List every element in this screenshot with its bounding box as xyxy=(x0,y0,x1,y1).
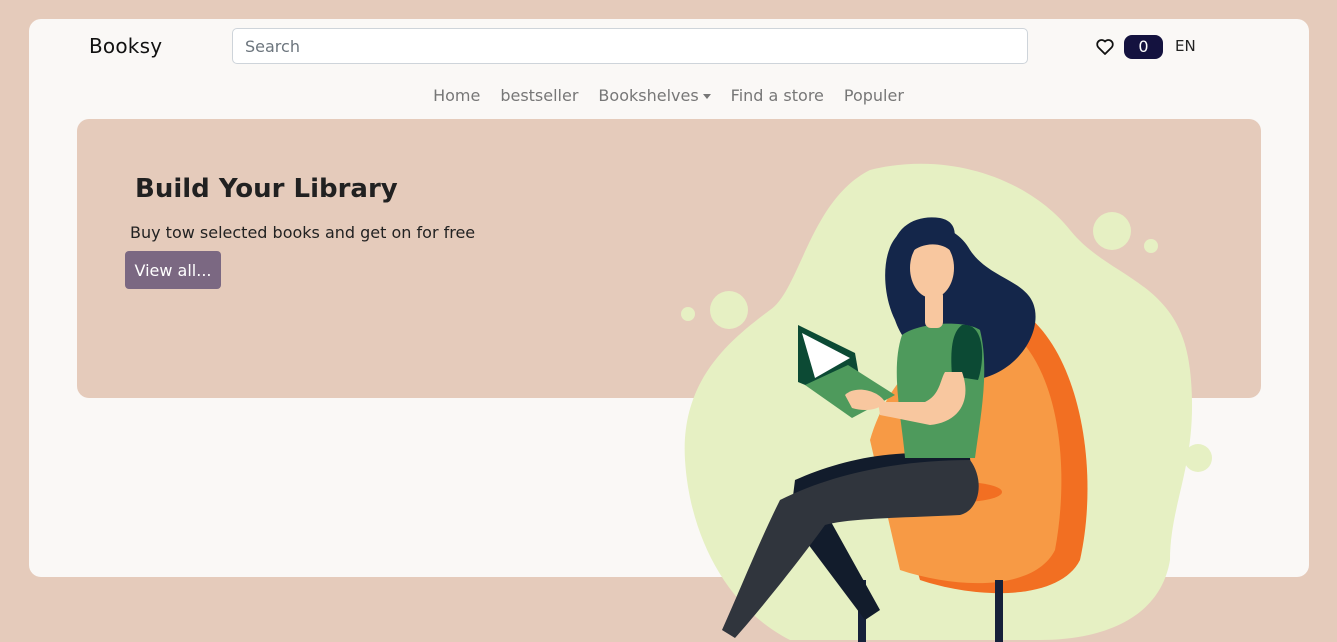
bubble xyxy=(1093,212,1131,250)
hero-title: Build Your Library xyxy=(135,174,398,204)
nav-bookshelves[interactable]: Bookshelves xyxy=(598,86,711,105)
bubble xyxy=(1184,444,1212,472)
nav-home[interactable]: Home xyxy=(433,86,480,105)
sleeve xyxy=(951,324,983,380)
brand-logo[interactable]: Booksy xyxy=(89,34,162,58)
reading-woman-illustration xyxy=(681,163,1212,642)
bubble xyxy=(681,307,695,321)
nav-populer[interactable]: Populer xyxy=(844,86,904,105)
heart-icon[interactable] xyxy=(1095,37,1115,57)
main-nav: Home bestseller Bookshelves Find a store… xyxy=(0,86,1337,105)
chevron-down-icon xyxy=(702,94,711,99)
cart-count-badge[interactable]: 0 xyxy=(1124,35,1163,59)
chair-leg xyxy=(995,580,1003,642)
language-selector[interactable]: EN xyxy=(1175,37,1196,55)
hero-subtitle: Buy tow selected books and get on for fr… xyxy=(130,223,476,242)
nav-find-store[interactable]: Find a store xyxy=(731,86,824,105)
nav-bestseller[interactable]: bestseller xyxy=(500,86,578,105)
bubble xyxy=(1144,239,1158,253)
bubble xyxy=(710,291,748,329)
search-input[interactable] xyxy=(232,28,1028,64)
view-all-button[interactable]: View all... xyxy=(125,251,221,289)
nav-bookshelves-label: Bookshelves xyxy=(598,86,699,105)
